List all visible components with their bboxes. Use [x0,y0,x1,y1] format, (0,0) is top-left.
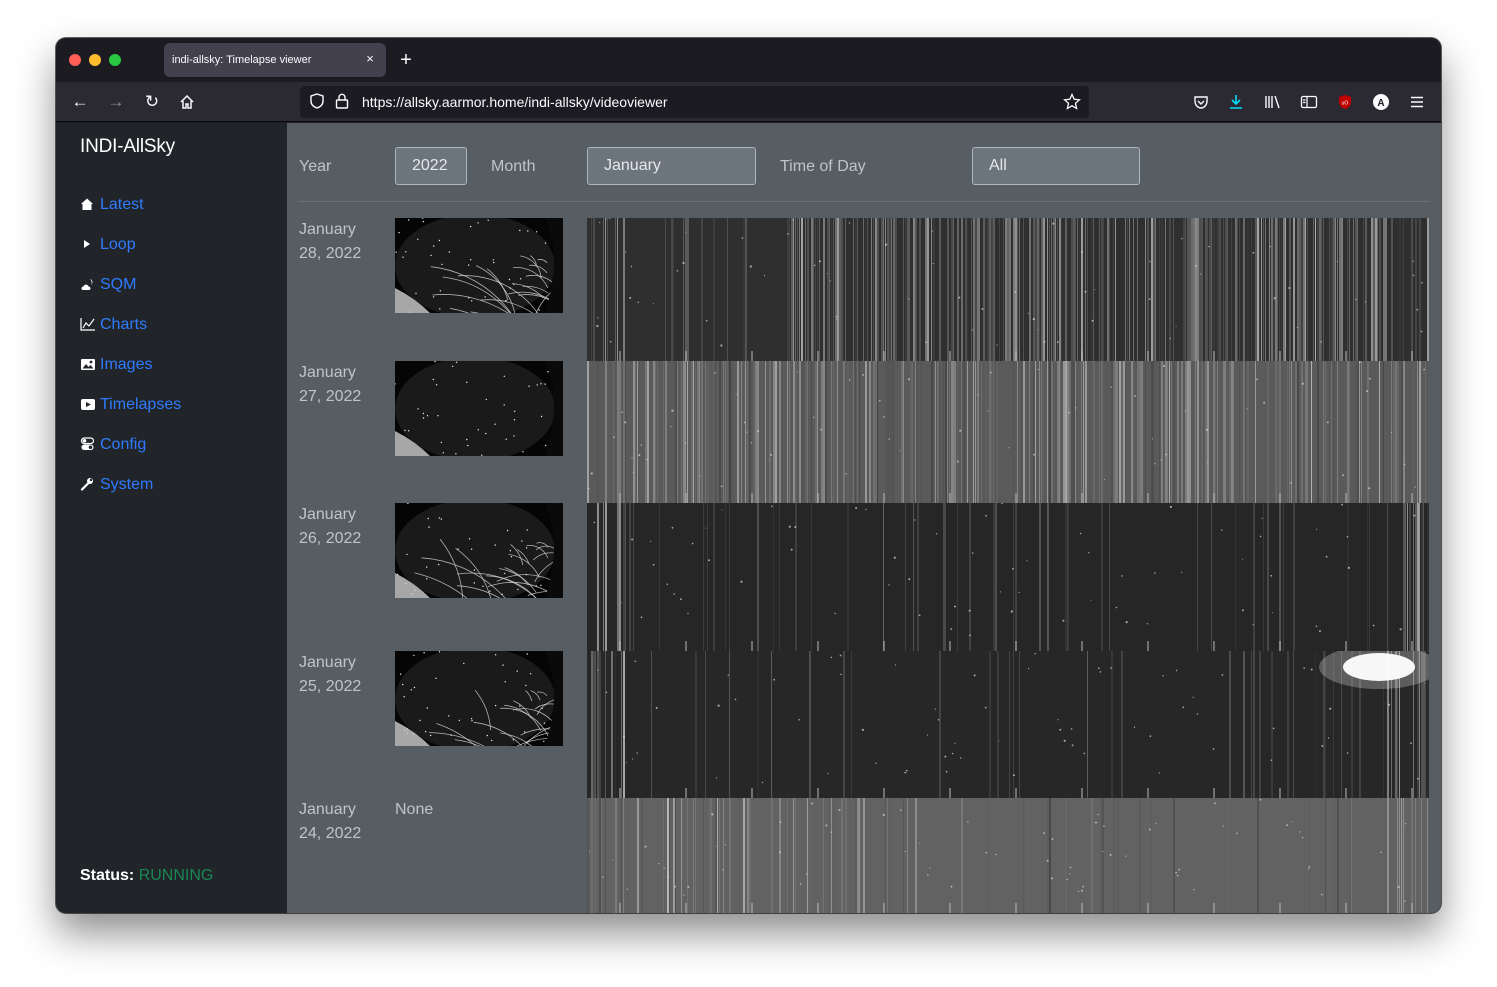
keogram-image[interactable] [587,651,1429,798]
video-icon [80,397,100,414]
browser-tab[interactable]: indi-allsky: Timelapse viewer × [164,43,386,77]
menu-icon[interactable] [1405,90,1429,114]
pocket-icon[interactable] [1189,90,1213,114]
no-thumbnail-text: None [395,801,434,818]
row-date: January 25, 2022 [299,654,362,695]
forward-icon[interactable]: → [104,90,128,114]
new-tab-button[interactable]: + [396,50,416,70]
divider [299,201,1429,202]
brand-title[interactable]: INDI-AllSky [80,136,175,158]
lock-icon[interactable] [333,93,351,111]
ublock-icon[interactable]: uO [1333,90,1357,114]
tab-strip: indi-allsky: Timelapse viewer × + [56,38,1441,82]
keogram-image[interactable] [587,218,1429,361]
sidebar-item-sqm[interactable]: SQM [80,265,181,305]
download-icon[interactable] [1224,90,1248,114]
navigation-bar: ← → ↻ https://allsky.aarmor.home/indi-al… [56,82,1441,122]
sidebar-item-label: SQM [100,276,137,293]
star-trails-thumbnail[interactable] [395,651,563,746]
address-bar[interactable]: https://allsky.aarmor.home/indi-allsky/v… [300,86,1089,118]
wrench-icon [80,477,100,494]
status-indicator: Status: RUNNING [80,867,213,885]
shield-icon[interactable] [308,93,326,111]
svg-text:A: A [1377,98,1384,109]
page-content: INDI-AllSky Latest Loop SQM Charts Image… [56,123,1441,913]
back-icon[interactable]: ← [68,90,92,114]
sidebar-item-label: Loop [100,236,136,253]
year-select[interactable]: 2022 [395,147,467,185]
svg-text:uO: uO [1342,101,1349,107]
sidebar-item-loop[interactable]: Loop [80,225,181,265]
time-of-day-label: Time of Day [780,158,866,175]
sidebar-item-timelapses[interactable]: Timelapses [80,385,181,425]
graph-icon [80,317,100,334]
sidebar-item-label: Config [100,436,147,453]
account-icon[interactable]: A [1369,90,1393,114]
sidebar-item-config[interactable]: Config [80,425,181,465]
row-date: January 26, 2022 [299,506,362,547]
reload-icon[interactable]: ↻ [140,90,164,114]
sidebar-item-label: Timelapses [100,396,182,413]
sidebar-item-images[interactable]: Images [80,345,181,385]
row-date: January 28, 2022 [299,221,362,262]
main-content: Year 2022 Month January Time of Day All … [287,123,1441,913]
time-of-day-select[interactable]: All [972,147,1140,185]
sidebar-icon[interactable] [1297,90,1321,114]
keogram-image[interactable] [587,798,1429,913]
status-value: RUNNING [138,867,214,884]
home-icon[interactable] [175,90,199,114]
year-label: Year [299,158,332,175]
sidebar-item-system[interactable]: System [80,465,181,505]
image-icon [80,357,100,374]
close-window-button[interactable] [69,54,81,66]
sidebar-item-label: Latest [100,196,144,213]
status-label: Status: [80,867,135,884]
close-tab-icon[interactable]: × [362,51,378,67]
month-select[interactable]: January [587,147,756,185]
toggles-icon [80,436,100,454]
sidebar-nav: Latest Loop SQM Charts Images Timelapses… [80,185,181,505]
cloud-moon-icon [80,277,100,294]
sidebar-item-label: Charts [100,316,148,333]
house-icon [80,197,100,214]
zoom-window-button[interactable] [109,54,121,66]
keogram-image[interactable] [587,503,1429,651]
library-icon[interactable] [1261,90,1285,114]
sidebar: INDI-AllSky Latest Loop SQM Charts Image… [56,123,287,913]
row-date: January 27, 2022 [299,364,362,405]
month-label: Month [491,158,536,175]
sidebar-item-latest[interactable]: Latest [80,185,181,225]
sidebar-item-label: System [100,476,154,493]
row-date: January 24, 2022 [299,801,362,842]
browser-window: indi-allsky: Timelapse viewer × + ← → ↻ … [56,38,1441,913]
star-trails-thumbnail[interactable] [395,218,563,313]
bookmark-star-icon[interactable] [1063,92,1081,111]
sidebar-item-label: Images [100,356,153,373]
tab-title: indi-allsky: Timelapse viewer [172,54,312,66]
star-trails-thumbnail[interactable] [395,503,563,598]
minimize-window-button[interactable] [89,54,101,66]
url-text: https://allsky.aarmor.home/indi-allsky/v… [362,94,668,110]
play-icon [80,237,100,254]
star-field-thumbnail[interactable] [395,361,563,456]
keogram-image[interactable] [587,361,1429,503]
sidebar-item-charts[interactable]: Charts [80,305,181,345]
